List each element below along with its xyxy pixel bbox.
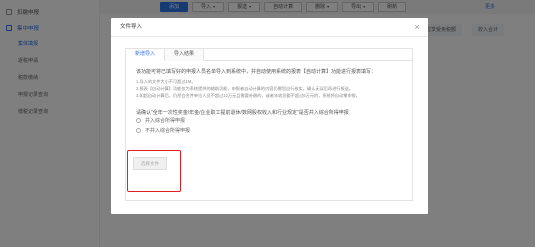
tip-list: 1.导入的文件大小不可超过1M。 2.报表【自动计算】功能仅为系统提供的辅助功能… <box>136 78 412 99</box>
merge-question: 请确认"全年一次性奖金/年金/企业职工提前退休/数网股权收入和行业规定"是否并入… <box>136 109 349 116</box>
radio-label: 并入综合所得申报 <box>145 118 186 124</box>
import-instructions: 该功能可将已填写好的申报人员名单导入到系统中，并自动使用系统的报表【自动计算】功… <box>126 61 412 136</box>
intro-text: 该功能可将已填写好的申报人员名单导入到系统中，并自动使用系统的报表【自动计算】功… <box>136 69 377 75</box>
radio-merge[interactable]: 并入综合所得申报 <box>136 116 412 126</box>
radio-no-merge[interactable]: 不并入综合所得申报 <box>136 126 412 136</box>
choose-file-button[interactable]: 选择文件 <box>133 157 167 170</box>
upload-highlight: 选择文件 <box>127 150 181 192</box>
tip-item: 1.导入的文件大小不可超过1M。 <box>136 78 196 84</box>
tab-bar: 新增导入 导入结果 <box>126 49 412 62</box>
radio-label: 不并入综合所得申报 <box>145 128 191 134</box>
file-import-dialog: 文件导入 × 新增导入 导入结果 该功能可将已填写好的申报人员名单导入到系统中，… <box>111 18 428 214</box>
tip-item: 2.报表【自动计算】功能仅为系统提供的辅助功能，申报者自动计算的内容仍需您自行核… <box>136 85 354 91</box>
close-icon[interactable]: × <box>412 22 422 32</box>
radio-circle-icon[interactable] <box>136 118 141 123</box>
tab-import-result[interactable]: 导入结果 <box>165 49 205 61</box>
tip-item: 3.如超自动计算后，仍然会合并单位人员不超过12万元且需要补缴的，或者年收总额不… <box>136 92 361 98</box>
tab-new-import[interactable]: 新增导入 <box>126 49 166 62</box>
dialog-title: 文件导入 <box>111 18 428 37</box>
radio-circle-icon[interactable] <box>136 128 141 133</box>
